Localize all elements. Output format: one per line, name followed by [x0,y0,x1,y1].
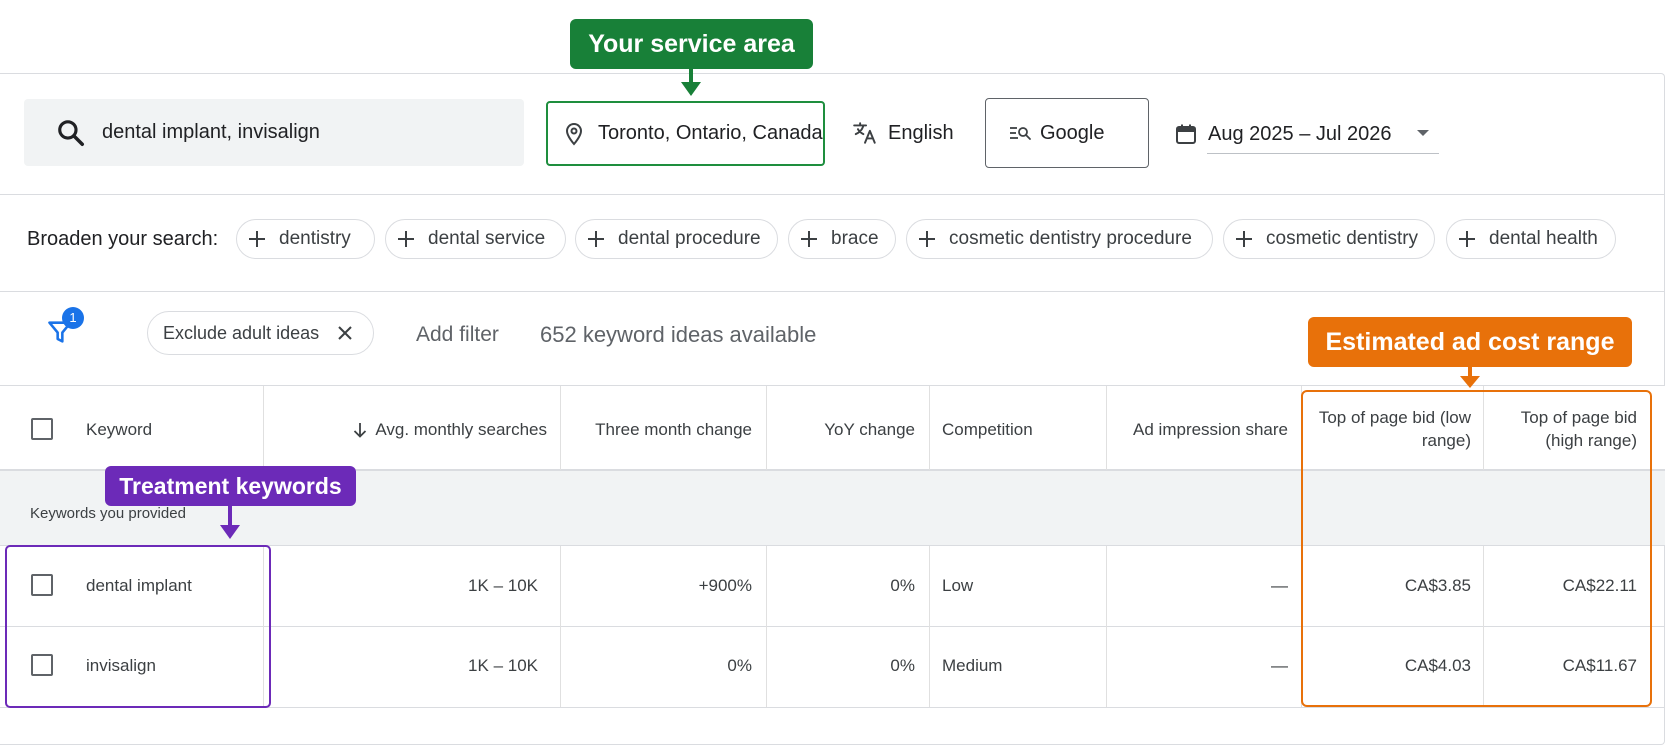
divider [0,194,1665,195]
col-sep [766,546,767,707]
search-icon [58,119,84,146]
col-sep [766,386,767,470]
group-label-provided: Keywords you provided [30,505,186,522]
col-header-keyword[interactable]: Keyword [86,418,152,441]
search-network-icon [1010,127,1031,140]
broaden-chip-label: cosmetic dentistry procedure [949,228,1192,249]
add-filter-button[interactable]: Add filter [416,323,499,347]
col-sep [1106,386,1107,470]
col-header-yoy[interactable]: YoY change [780,418,915,441]
avg-monthly-cell: 1K – 10K [468,656,538,675]
broaden-chip[interactable]: brace [788,219,896,259]
ad-impression-cell: — [1271,656,1288,675]
keyword-search-input[interactable]: dental implant, invisalign [24,99,524,166]
annotation-arrow-head [681,82,701,96]
annotation-treatment-keywords: Treatment keywords [105,466,356,506]
col-sep [560,546,561,707]
broaden-chip-label: dental health [1489,228,1598,249]
location-selector[interactable]: Toronto, Ontario, Canada [546,101,825,166]
sort-arrow-down-icon [354,422,367,438]
yoy-cell: 0% [890,576,915,595]
annotation-arrow-head [1460,376,1480,388]
broaden-chip-label: dentistry [279,228,351,249]
col-sep [560,386,561,470]
annotation-arrow-head [220,525,240,539]
col-header-avg-monthly[interactable]: Avg. monthly searches [330,418,547,441]
annotation-cost-range: Estimated ad cost range [1308,317,1632,367]
competition-cell: Medium [942,656,1003,675]
select-all-checkbox[interactable] [31,418,53,440]
filter-chip-label: Exclude adult ideas [163,322,320,343]
plus-icon [588,231,604,247]
search-input-value: dental implant, invisalign [102,121,320,143]
search-network-selector[interactable]: Google [985,98,1149,168]
col-header-three-month[interactable]: Three month change [575,418,752,441]
plus-icon [398,231,414,247]
col-sep [929,546,930,707]
plus-icon [919,231,935,247]
broaden-chip[interactable]: cosmetic dentistry procedure [906,219,1213,259]
annotation-arrow [689,69,693,83]
col-sep [263,386,264,470]
plus-icon [1236,231,1252,247]
broaden-search-label: Broaden your search: [27,228,219,250]
competition-cell: Low [942,576,974,595]
broaden-chip[interactable]: dental procedure [575,219,778,259]
plus-icon [249,231,265,247]
broaden-chip-label: brace [831,228,879,249]
location-pin-icon [565,122,583,145]
plus-icon [1459,231,1475,247]
divider [0,291,1665,292]
annotation-box-cost-range [1301,390,1652,707]
col-sep [929,386,930,470]
avg-monthly-cell: 1K – 10K [468,576,538,595]
annotation-service-area: Your service area [570,19,813,69]
col-header-avg-monthly-label: Avg. monthly searches [375,420,547,439]
close-icon[interactable] [335,323,355,343]
translate-icon [853,122,876,144]
broaden-chip[interactable]: dental health [1446,219,1616,259]
col-sep [1106,546,1107,707]
broaden-chip-label: cosmetic dentistry [1266,228,1419,249]
three-month-cell: +900% [698,576,752,595]
exclude-adult-filter-chip[interactable]: Exclude adult ideas [147,311,374,355]
date-range-value: Aug 2025 – Jul 2026 [1208,122,1392,145]
broaden-chip-label: dental service [428,228,546,249]
col-header-competition[interactable]: Competition [942,418,1033,441]
broaden-chip[interactable]: dentistry [236,219,375,259]
plus-icon [801,231,817,247]
col-header-ad-impression[interactable]: Ad impression share [1110,418,1288,441]
date-range-selector[interactable]: Aug 2025 – Jul 2026 [1174,114,1439,154]
three-month-cell: 0% [727,656,752,675]
filter-count-badge: 1 [62,307,84,329]
dropdown-caret-icon[interactable] [1417,130,1429,136]
annotation-box-treatment [5,545,271,708]
language-value: English [888,121,954,144]
keyword-ideas-count: 652 keyword ideas available [540,322,817,347]
broaden-chip[interactable]: dental service [385,219,566,259]
broaden-chip-label: dental procedure [618,228,761,249]
language-selector[interactable]: English [852,116,954,150]
broaden-chip[interactable]: cosmetic dentistry [1223,219,1435,259]
yoy-cell: 0% [890,656,915,675]
network-value: Google [1040,121,1105,144]
ad-impression-cell: — [1271,576,1288,595]
annotation-arrow [228,506,232,526]
date-underline [1207,153,1439,154]
location-value: Toronto, Ontario, Canada [598,122,823,144]
calendar-icon [1176,124,1196,144]
